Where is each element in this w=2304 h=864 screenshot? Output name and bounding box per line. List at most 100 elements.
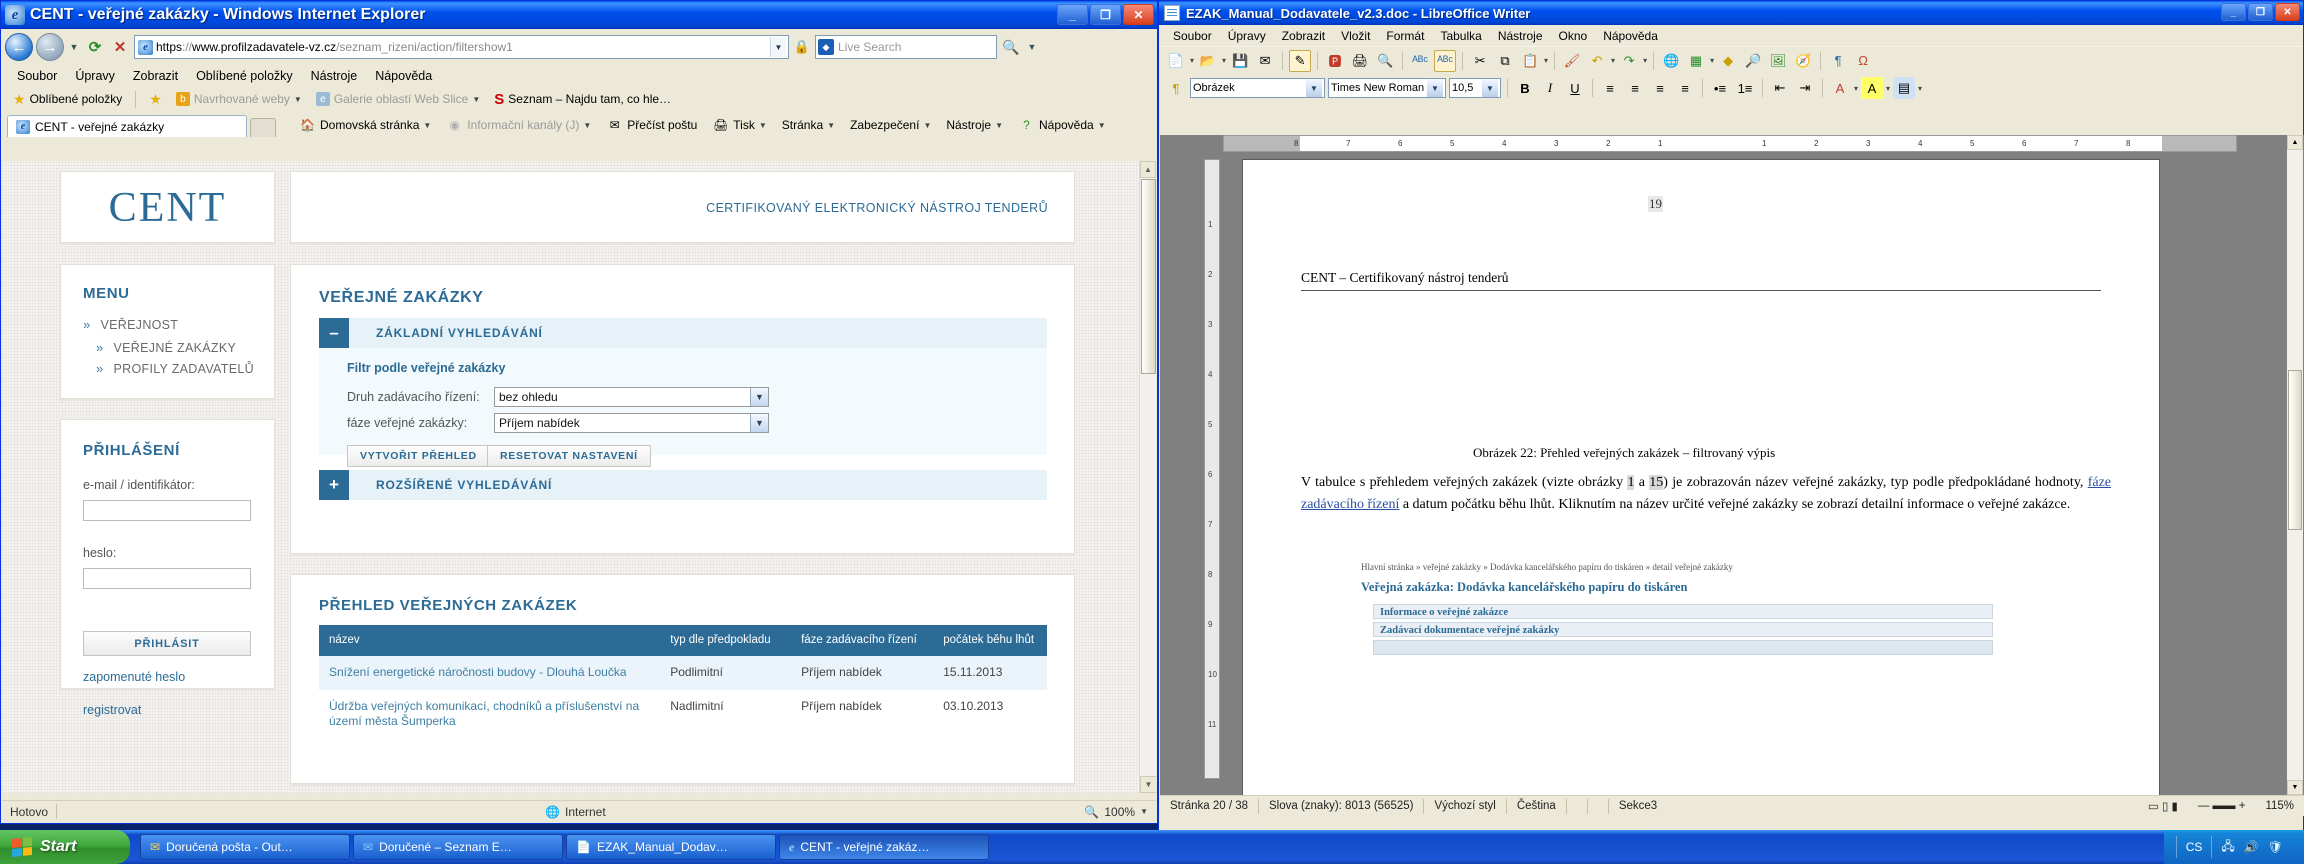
chevron-down-icon[interactable]: ▼	[472, 95, 480, 104]
chevron-down-icon[interactable]: ▼	[995, 121, 1003, 130]
chevron-down-icon[interactable]: ▼	[1482, 79, 1498, 97]
scrollbar-thumb[interactable]	[2288, 370, 2302, 530]
menu-format[interactable]: Formát	[1378, 27, 1432, 45]
font-size-combo[interactable]: 10,5 ▼	[1449, 78, 1501, 98]
resetovat-nastaveni-button[interactable]: RESETOVAT NASTAVENÍ	[487, 445, 651, 467]
save-icon[interactable]: 💾	[1229, 50, 1251, 72]
page-button[interactable]: Stránka ▼	[775, 116, 842, 134]
justify-icon[interactable]: ≡	[1674, 77, 1696, 99]
font-name-combo[interactable]: Times New Roman ▼	[1328, 78, 1446, 98]
stop-icon[interactable]: ✕	[109, 36, 131, 58]
ordered-list-icon[interactable]: 1≡	[1734, 77, 1756, 99]
status-zoom[interactable]: 115%	[2255, 796, 2304, 817]
scrollbar-thumb[interactable]	[1141, 179, 1156, 374]
print-preview-icon[interactable]: 🔍	[1374, 50, 1396, 72]
status-insert-mode[interactable]	[1567, 796, 1587, 817]
basic-search-header[interactable]: – ZÁKLADNÍ VYHLEDÁVÁNÍ	[319, 318, 1047, 348]
chevron-down-icon[interactable]: ▼	[827, 121, 835, 130]
cell-nazev[interactable]: Snížení energetické náročnosti budovy - …	[319, 656, 661, 690]
chevron-down-icon[interactable]: ▾	[1222, 56, 1226, 65]
find-replace-icon[interactable]: 🔎	[1742, 50, 1764, 72]
chevron-down-icon[interactable]: ▾	[1544, 56, 1548, 65]
vertical-ruler[interactable]: 1 2 3 4 5 6 7 8 9 10 11	[1204, 159, 1220, 779]
menu-napoveda[interactable]: Nápověda	[366, 67, 441, 85]
menu-upravy[interactable]: Úpravy	[1220, 27, 1274, 45]
formatting-marks-icon[interactable]: ¶	[1827, 50, 1849, 72]
menu-zobrazit[interactable]: Zobrazit	[1274, 27, 1333, 45]
paragraph-style-icon[interactable]: ¶	[1165, 77, 1187, 99]
taskbar-item-seznam-mail[interactable]: ✉ Doručené – Seznam E…	[353, 834, 563, 860]
open-document-icon[interactable]: 📂	[1197, 50, 1219, 72]
sidebar-item-verejne-zakazky[interactable]: » VEŘEJNÉ ZAKÁZKY	[96, 340, 236, 355]
feeds-button[interactable]: ◉ Informační kanály (J) ▼	[439, 115, 598, 135]
export-pdf-icon[interactable]: 🅿	[1324, 50, 1346, 72]
increase-indent-icon[interactable]: ⇥	[1794, 77, 1816, 99]
italic-icon[interactable]: I	[1539, 77, 1561, 99]
expand-toggle-icon[interactable]: +	[319, 470, 349, 500]
menu-zobrazit[interactable]: Zobrazit	[124, 67, 187, 85]
writer-document-area[interactable]: 8 7 6 5 4 3 2 1 1 2 3 4 5 6 7 8 1 2 3 4 …	[1160, 135, 2304, 795]
chevron-down-icon[interactable]: ▼	[1098, 121, 1106, 130]
cut-icon[interactable]: ✂	[1469, 50, 1491, 72]
address-dropdown-icon[interactable]: ▼	[770, 37, 786, 57]
table-icon[interactable]: ▦	[1685, 50, 1707, 72]
menu-oblibene-polozky[interactable]: Oblíbené položky	[187, 67, 302, 85]
tab-cent[interactable]: e CENT - veřejné zakázky	[7, 115, 247, 137]
minimize-button[interactable]: _	[2221, 3, 2246, 21]
chevron-down-icon[interactable]: ▾	[1918, 84, 1922, 93]
align-left-icon[interactable]: ≡	[1599, 77, 1621, 99]
new-document-icon[interactable]: 📄	[1165, 50, 1187, 72]
web-slice-gallery-button[interactable]: e Galerie oblastí Web Slice ▼	[310, 91, 486, 107]
underline-icon[interactable]: U	[1564, 77, 1586, 99]
forward-button[interactable]: →	[36, 33, 64, 61]
gallery-icon[interactable]: 🖼	[1767, 50, 1789, 72]
writer-window-controls[interactable]: _ ❐ ✕	[2221, 3, 2300, 21]
scroll-up-icon[interactable]: ▲	[1140, 161, 1156, 178]
status-view-layout[interactable]: ▭ ▯ ▮	[2138, 796, 2188, 817]
menu-nastroje[interactable]: Nástroje	[1490, 27, 1551, 45]
scroll-down-icon[interactable]: ▼	[1140, 776, 1156, 793]
scroll-up-icon[interactable]: ▲	[2287, 135, 2303, 150]
minimize-button[interactable]: _	[1057, 4, 1088, 25]
chevron-down-icon[interactable]: ▼	[423, 121, 431, 130]
align-center-icon[interactable]: ≡	[1624, 77, 1646, 99]
add-to-favorites-button[interactable]: ★	[143, 90, 168, 109]
chevron-down-icon[interactable]: ▾	[1710, 56, 1714, 65]
menu-napoveda[interactable]: Nápověda	[1595, 27, 1666, 45]
vytvorit-prehled-button[interactable]: VYTVOŘIT PŘEHLED	[347, 445, 490, 467]
chevron-down-icon[interactable]: ▾	[1854, 84, 1858, 93]
address-input[interactable]: e https://www.profilzadavatele-vz.cz/sez…	[134, 35, 789, 59]
forgot-password-link[interactable]: zapomenuté heslo	[83, 670, 185, 684]
menu-vlozit[interactable]: Vložit	[1333, 27, 1378, 45]
register-link[interactable]: registrovat	[83, 703, 141, 717]
new-tab-button[interactable]	[250, 118, 276, 137]
col-typ[interactable]: typ dle předpokladu	[660, 625, 792, 657]
recent-pages-dropdown-icon[interactable]: ▼	[67, 42, 81, 52]
maximize-button[interactable]: ❐	[1090, 4, 1121, 25]
chevron-down-icon[interactable]: ▼	[1306, 79, 1322, 97]
background-color-icon[interactable]: ▤	[1893, 77, 1916, 99]
chevron-down-icon[interactable]: ▾	[1611, 56, 1615, 65]
security-button[interactable]: Zabezpečení ▼	[843, 116, 938, 134]
col-pocatek[interactable]: počátek běhu lhůt	[933, 625, 1047, 657]
taskbar-item-outlook[interactable]: ✉ Doručená pošta - Out…	[140, 834, 350, 860]
search-input[interactable]: ◆ Live Search	[815, 35, 997, 59]
ie-window-controls[interactable]: _ ❐ ✕	[1057, 4, 1154, 25]
edit-mode-icon[interactable]: ✎	[1289, 49, 1312, 72]
sidebar-item-profily-zadavatelu[interactable]: » PROFILY ZADAVATELŮ	[96, 361, 254, 376]
chevron-down-icon[interactable]: ▾	[1190, 56, 1194, 65]
copy-icon[interactable]: ⧉	[1494, 50, 1516, 72]
tray-volume-icon[interactable]: 🔊	[2244, 840, 2259, 854]
refresh-icon[interactable]: ⟳	[84, 36, 106, 58]
help-button[interactable]: ? Nápověda ▼	[1011, 115, 1113, 135]
email-field[interactable]	[83, 500, 251, 521]
col-faze[interactable]: fáze zadávacího řízení	[791, 625, 934, 657]
menu-tabulka[interactable]: Tabulka	[1432, 27, 1489, 45]
tray-shield-icon[interactable]: 🛡	[2268, 840, 2283, 854]
page-scrollbar[interactable]: ▲ ▼	[1139, 161, 1156, 793]
table-row[interactable]: Údržba veřejných komunikací, chodníků a …	[319, 689, 1047, 739]
chevron-down-icon[interactable]: ▾	[1886, 84, 1890, 93]
cell-nazev[interactable]: Údržba veřejných komunikací, chodníků a …	[319, 689, 661, 739]
email-document-icon[interactable]: ✉	[1254, 50, 1276, 72]
font-color-icon[interactable]: A	[1829, 77, 1851, 99]
